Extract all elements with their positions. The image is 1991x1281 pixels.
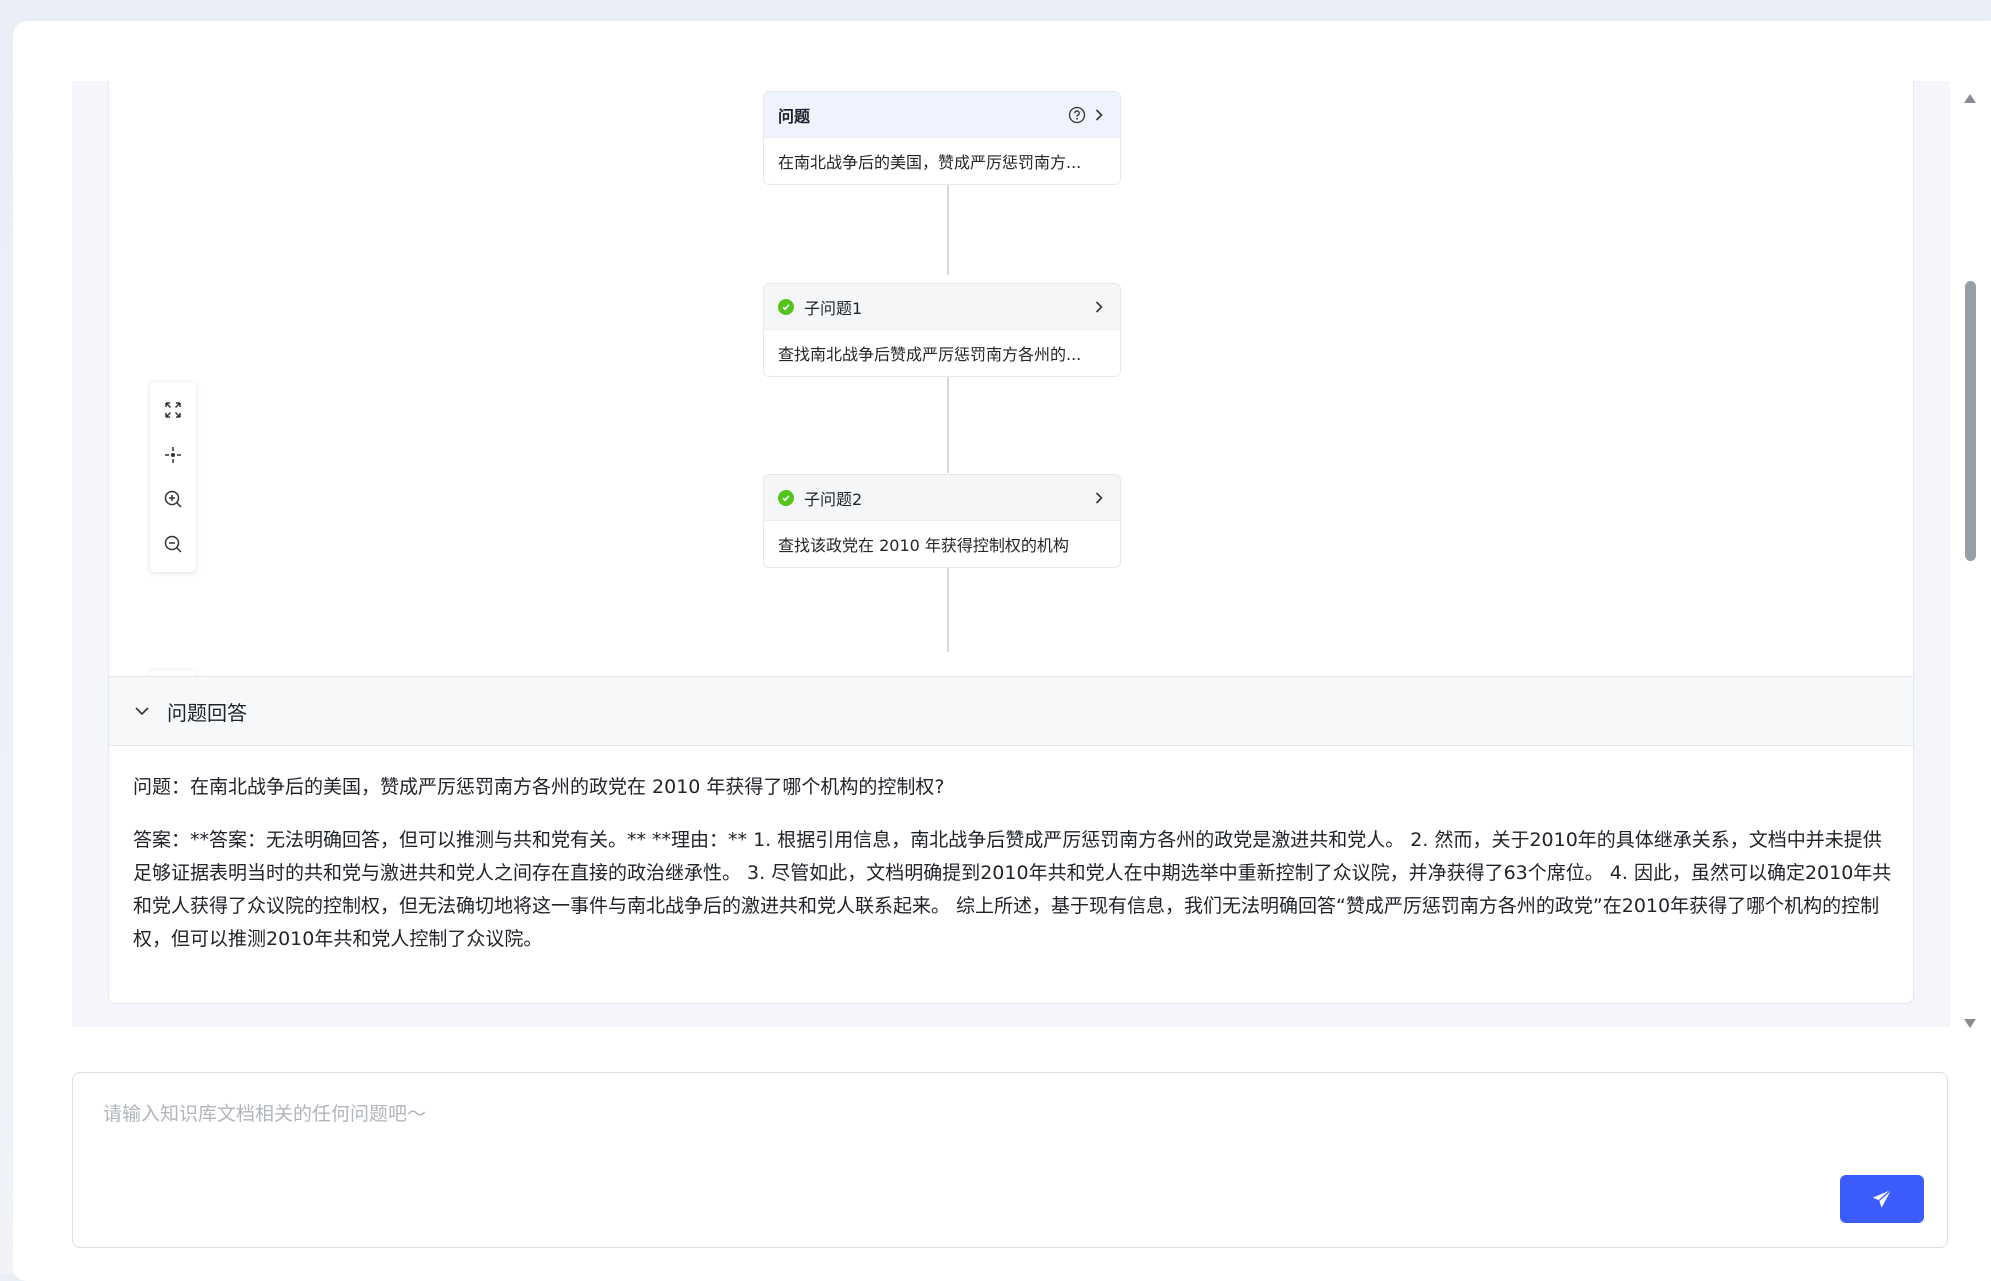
scroll-up-arrow-icon[interactable] [1964, 94, 1976, 103]
chevron-right-icon[interactable] [1092, 491, 1106, 505]
node-text: 在南北战争后的美国，赞成严厉惩罚南方... [778, 153, 1082, 172]
center-icon[interactable] [158, 440, 188, 470]
result-panel: 问题 在南北战争后的美国，赞成严厉惩罚南方... 子问题1 查找南北战争后赞成严… [108, 81, 1914, 1004]
node-title: 问题 [778, 106, 811, 126]
answer-text: 答案：**答案：无法明确回答，但可以推测与共和党有关。** **理由：** 1.… [133, 829, 1892, 950]
chevron-right-icon[interactable] [1092, 300, 1106, 314]
node-text: 查找南北战争后赞成严厉惩罚南方各州的... [778, 345, 1082, 364]
answer-content: 问题：在南北战争后的美国，赞成严厉惩罚南方各州的政党在 2010 年获得了哪个机… [133, 771, 1893, 976]
flow-edge [947, 185, 949, 275]
node-text: 查找该政党在 2010 年获得控制权的机构 [778, 536, 1069, 555]
chat-input-box [72, 1072, 1948, 1248]
zoom-in-icon[interactable] [158, 484, 188, 514]
scroll-down-arrow-icon[interactable] [1964, 1019, 1976, 1028]
node-title: 子问题1 [804, 298, 863, 318]
flow-node-subquestion-2[interactable]: 子问题2 查找该政党在 2010 年获得控制权的机构 [763, 474, 1121, 568]
node-header: 子问题2 [764, 475, 1120, 521]
chevron-down-icon [133, 702, 151, 720]
answer-section-header[interactable]: 问题回答 [109, 676, 1913, 746]
send-button[interactable] [1840, 1175, 1924, 1223]
diagram-toolbar [150, 382, 196, 572]
node-title: 子问题2 [804, 489, 863, 509]
send-icon [1871, 1188, 1893, 1210]
question-text: 问题：在南北战争后的美国，赞成严厉惩罚南方各州的政党在 2010 年获得了哪个机… [133, 776, 945, 798]
scroll-thumb[interactable] [1965, 281, 1976, 561]
fit-view-icon[interactable] [158, 395, 188, 425]
answer-section-title: 问题回答 [167, 700, 247, 725]
check-circle-icon [778, 298, 794, 315]
chevron-right-icon[interactable] [1092, 108, 1106, 122]
flow-edge [947, 377, 949, 473]
node-header: 子问题1 [764, 284, 1120, 330]
vertical-scrollbar[interactable] [1962, 88, 1978, 1028]
flow-node-subquestion-1[interactable]: 子问题1 查找南北战争后赞成严厉惩罚南方各州的... [763, 283, 1121, 377]
question-flow-diagram[interactable]: 问题 在南北战争后的美国，赞成严厉惩罚南方... 子问题1 查找南北战争后赞成严… [109, 81, 1913, 718]
help-icon[interactable] [1068, 106, 1086, 124]
zoom-out-icon[interactable] [158, 529, 188, 559]
node-header: 问题 [764, 92, 1120, 138]
flow-edge [947, 568, 949, 652]
question-input[interactable] [101, 1093, 1885, 1135]
check-circle-icon [778, 489, 794, 506]
flow-node-question[interactable]: 问题 在南北战争后的美国，赞成严厉惩罚南方... [763, 91, 1121, 185]
